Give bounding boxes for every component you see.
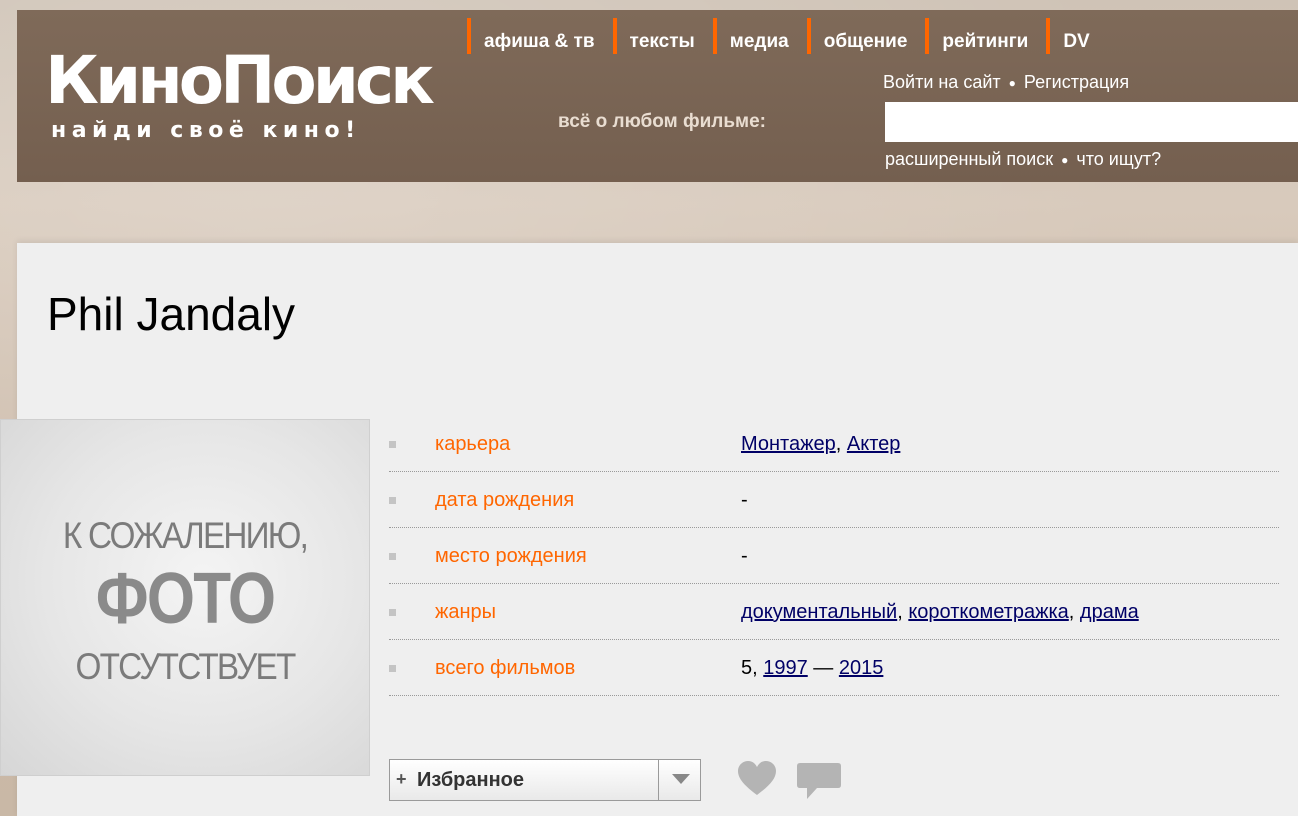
page-title: Phil Jandaly bbox=[47, 288, 296, 340]
row-bullet bbox=[389, 553, 396, 560]
search-input[interactable] bbox=[885, 102, 1298, 142]
career-link-editor[interactable]: Монтажер bbox=[741, 433, 836, 455]
career-link-actor[interactable]: Актер bbox=[847, 433, 901, 455]
genre-link-short[interactable]: короткометражка bbox=[908, 601, 1068, 623]
info-value: документальный, короткометражка, драма bbox=[741, 601, 1139, 623]
info-value: 5, 1997 — 2015 bbox=[741, 657, 884, 679]
info-value: - bbox=[741, 489, 748, 511]
year-to-link[interactable]: 2015 bbox=[839, 657, 884, 679]
info-row-birth-place: место рождения - bbox=[389, 528, 1279, 584]
separator-dot: ● bbox=[1008, 76, 1016, 91]
heart-icon[interactable] bbox=[737, 761, 777, 797]
site-header: КиноПоиск найди своё кино! афиша & тв те… bbox=[17, 10, 1298, 182]
films-count: 5 bbox=[741, 657, 753, 679]
photo-placeholder-line1: К СОЖАЛЕНИЮ, bbox=[62, 515, 309, 556]
main-nav: афиша & тв тексты медиа общение рейтинги… bbox=[467, 18, 1108, 54]
info-label: карьера bbox=[435, 433, 511, 455]
search-links: расширенный поиск ● что ищут? bbox=[885, 149, 1161, 170]
dropdown-divider bbox=[658, 760, 659, 800]
row-bullet bbox=[389, 497, 396, 504]
photo-placeholder-line3: ОТСУТСТВУЕТ bbox=[75, 646, 297, 687]
separator-dot: ● bbox=[1061, 153, 1069, 168]
person-panel: Phil Jandaly К СОЖАЛЕНИЮ, ФОТО ОТСУТСТВУ… bbox=[0, 243, 1298, 816]
logo-slogan: найди своё кино! bbox=[51, 118, 361, 143]
photo-placeholder: К СОЖАЛЕНИЮ, ФОТО ОТСУТСТВУЕТ bbox=[0, 419, 370, 776]
nav-item-ratings[interactable]: рейтинги bbox=[925, 18, 1046, 54]
auth-links: Войти на сайт ● Регистрация bbox=[883, 72, 1129, 93]
info-value: - bbox=[741, 545, 748, 567]
chevron-down-icon[interactable] bbox=[672, 774, 690, 784]
info-row-birth-date: дата рождения - bbox=[389, 472, 1279, 528]
comment-icon[interactable] bbox=[797, 763, 841, 801]
info-row-career: карьера Монтажер, Актер bbox=[389, 416, 1279, 472]
favorites-button[interactable]: Избранное bbox=[417, 769, 524, 792]
register-link[interactable]: Регистрация bbox=[1024, 72, 1129, 92]
row-bullet bbox=[389, 665, 396, 672]
row-bullet bbox=[389, 441, 396, 448]
info-value: Монтажер, Актер bbox=[741, 433, 901, 455]
favorites-dropdown[interactable]: + Избранное bbox=[389, 759, 701, 801]
logo[interactable]: КиноПоиск bbox=[45, 48, 435, 114]
info-row-total-films: всего фильмов 5, 1997 — 2015 bbox=[389, 640, 1279, 696]
info-label: дата рождения bbox=[435, 489, 575, 511]
genre-link-drama[interactable]: драма bbox=[1080, 601, 1139, 623]
nav-item-texts[interactable]: тексты bbox=[612, 18, 713, 54]
trending-searches-link[interactable]: что ищут? bbox=[1076, 149, 1161, 169]
nav-item-afisha[interactable]: афиша & тв bbox=[467, 18, 613, 54]
photo-placeholder-line2: ФОТО bbox=[95, 559, 276, 639]
row-bullet bbox=[389, 609, 396, 616]
nav-item-dvd[interactable]: DV bbox=[1046, 18, 1107, 54]
nav-item-community[interactable]: общение bbox=[806, 18, 926, 54]
person-info-table: карьера Монтажер, Актер дата рождения - … bbox=[389, 416, 1279, 696]
info-row-genres: жанры документальный, короткометражка, д… bbox=[389, 584, 1279, 640]
advanced-search-link[interactable]: расширенный поиск bbox=[885, 149, 1053, 169]
info-label: всего фильмов bbox=[435, 657, 576, 679]
year-from-link[interactable]: 1997 bbox=[763, 657, 808, 679]
search-tagline: всё о любом фильме: bbox=[558, 111, 766, 132]
plus-icon: + bbox=[396, 769, 407, 789]
login-link[interactable]: Войти на сайт bbox=[883, 72, 1001, 92]
genre-link-documentary[interactable]: документальный bbox=[741, 601, 897, 623]
info-label: жанры bbox=[435, 601, 497, 623]
nav-item-media[interactable]: медиа bbox=[712, 18, 807, 54]
info-label: место рождения bbox=[435, 545, 587, 567]
